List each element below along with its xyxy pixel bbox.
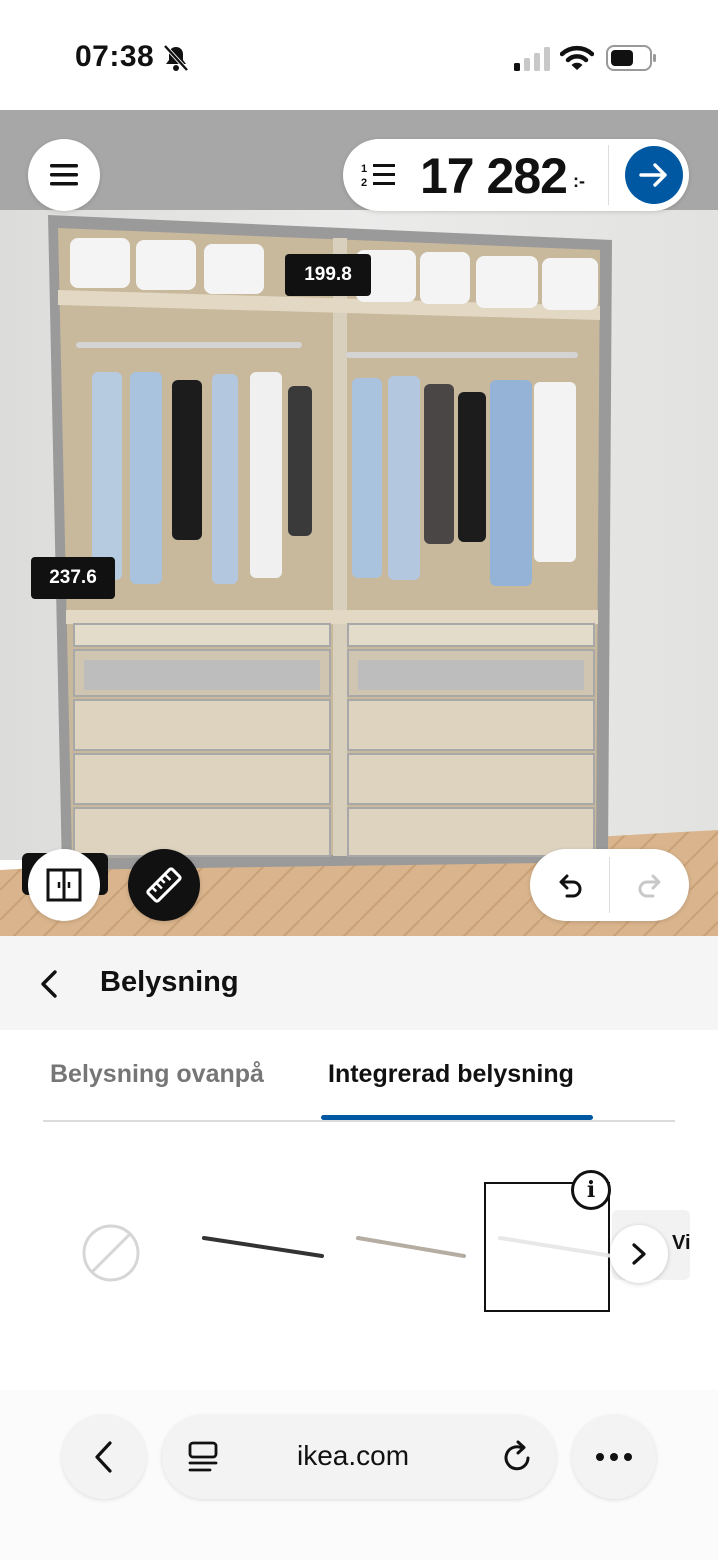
- more-icon: [596, 1453, 632, 1461]
- chevron-right-icon: [632, 1243, 646, 1265]
- undo-icon: [559, 874, 581, 898]
- measure-button[interactable]: [128, 849, 200, 921]
- tab-belysning-ovanpa[interactable]: Belysning ovanpå: [50, 1060, 264, 1089]
- svg-text:1: 1: [361, 163, 367, 175]
- peek-text: Vi: [672, 1232, 690, 1254]
- price-suffix: :-: [573, 171, 585, 191]
- height-dimension-label[interactable]: 237.6: [31, 557, 115, 599]
- toggle-doors-button[interactable]: [28, 849, 100, 921]
- browser-more-button[interactable]: [572, 1415, 656, 1499]
- svg-text:2: 2: [361, 177, 367, 189]
- reload-icon[interactable]: [502, 1440, 534, 1474]
- ruler-icon: [146, 867, 182, 903]
- divider: [608, 145, 609, 205]
- option-grey-led-strip[interactable]: [354, 1182, 480, 1312]
- browser-back-button[interactable]: [62, 1415, 146, 1499]
- next-options-button[interactable]: [610, 1225, 668, 1283]
- status-bar: 07:38: [0, 0, 718, 110]
- led-strip-image: [202, 1236, 324, 1258]
- address-bar[interactable]: ikea.com: [162, 1415, 556, 1499]
- undo-button[interactable]: [530, 849, 609, 921]
- arrow-right-icon: [639, 163, 667, 187]
- redo-icon: [638, 874, 660, 898]
- numbered-list-icon: 1 2: [361, 163, 395, 189]
- width-dimension-label[interactable]: 199.8: [285, 254, 371, 296]
- info-icon[interactable]: i: [571, 1170, 611, 1210]
- chevron-left-icon: [95, 1441, 112, 1473]
- option-black-led-strip[interactable]: [200, 1182, 326, 1312]
- status-time: 07:38: [75, 40, 155, 73]
- tabs-icon: [188, 1441, 218, 1472]
- bell-slash-icon: [163, 44, 189, 72]
- option-none[interactable]: [48, 1182, 174, 1312]
- wardrobe-doors-icon: [46, 868, 82, 902]
- active-tab-indicator: [321, 1115, 593, 1120]
- chevron-left-icon[interactable]: [36, 968, 64, 1000]
- battery-icon: [606, 45, 656, 71]
- redo-button[interactable]: [610, 849, 689, 921]
- section-header: Belysning: [0, 936, 718, 1030]
- hamburger-icon: [50, 164, 78, 186]
- price-summary[interactable]: 1 2 17 282 :-: [343, 139, 689, 211]
- wardrobe-3d-view[interactable]: [0, 110, 718, 936]
- continue-button[interactable]: [625, 146, 683, 204]
- no-selection-icon: [82, 1224, 140, 1282]
- signal-icon: [514, 47, 550, 71]
- led-strip-image: [356, 1236, 466, 1258]
- led-strip-image: [498, 1236, 612, 1258]
- wifi-icon: [560, 45, 594, 70]
- tab-integrerad-belysning[interactable]: Integrerad belysning: [328, 1060, 574, 1089]
- url-text: ikea.com: [297, 1440, 410, 1471]
- tabs-divider: [43, 1120, 675, 1122]
- total-price: 17 282: [420, 148, 568, 204]
- undo-redo-group: [530, 849, 689, 921]
- menu-button[interactable]: [28, 139, 100, 211]
- wardrobe-render: [0, 110, 718, 936]
- section-title: Belysning: [100, 966, 239, 998]
